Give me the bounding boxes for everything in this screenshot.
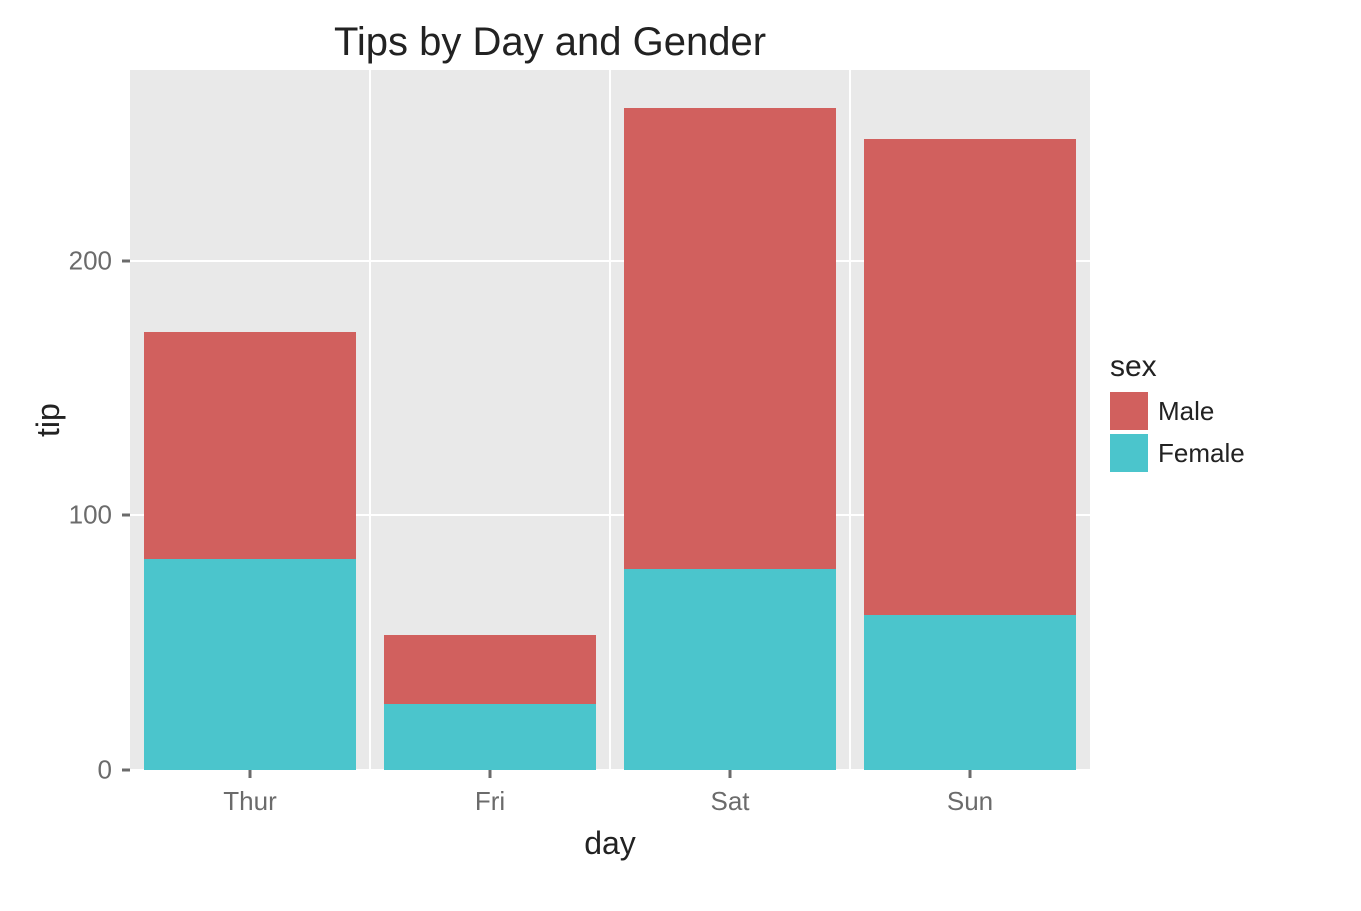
x-tick-mark: [969, 770, 972, 778]
x-tick-mark: [729, 770, 732, 778]
x-tick-mark: [489, 770, 492, 778]
bar-segment-female: [384, 704, 595, 770]
y-tick-mark: [122, 514, 130, 517]
x-tick-label: Thur: [223, 786, 276, 817]
y-tick-mark: [122, 769, 130, 772]
legend-label: Male: [1158, 396, 1214, 427]
bar-segment-male: [864, 139, 1075, 615]
bar-segment-male: [384, 635, 595, 704]
bar-group: [864, 139, 1075, 770]
gridline-v: [609, 70, 611, 770]
bar-group: [144, 332, 355, 770]
x-tick-label: Sat: [710, 786, 749, 817]
gridline-v: [369, 70, 371, 770]
legend-label: Female: [1158, 438, 1245, 469]
plot-area: 0100200ThurFriSatSun: [130, 70, 1090, 770]
y-tick-label: 200: [69, 245, 112, 276]
x-tick-label: Fri: [475, 786, 505, 817]
bar-segment-male: [144, 332, 355, 559]
legend-item: Female: [1110, 434, 1245, 472]
gridline-v: [849, 70, 851, 770]
legend: sex Male Female: [1110, 350, 1245, 476]
legend-item: Male: [1110, 392, 1245, 430]
x-tick-label: Sun: [947, 786, 993, 817]
bar-segment-female: [864, 615, 1075, 770]
x-axis-label: day: [130, 825, 1090, 862]
bar-segment-female: [624, 569, 835, 770]
bar-group: [624, 108, 835, 770]
legend-swatch: [1110, 392, 1148, 430]
chart-title: Tips by Day and Gender: [0, 20, 1100, 65]
bar-segment-female: [144, 559, 355, 770]
y-axis-label: tip: [30, 70, 67, 770]
bar-segment-male: [624, 108, 835, 569]
bar-group: [384, 635, 595, 770]
chart-container: Tips by Day and Gender tip 0100200ThurFr…: [0, 0, 1361, 911]
y-tick-label: 0: [98, 755, 112, 786]
y-tick-mark: [122, 259, 130, 262]
legend-title: sex: [1110, 350, 1245, 384]
y-tick-label: 100: [69, 500, 112, 531]
legend-swatch: [1110, 434, 1148, 472]
x-tick-mark: [249, 770, 252, 778]
